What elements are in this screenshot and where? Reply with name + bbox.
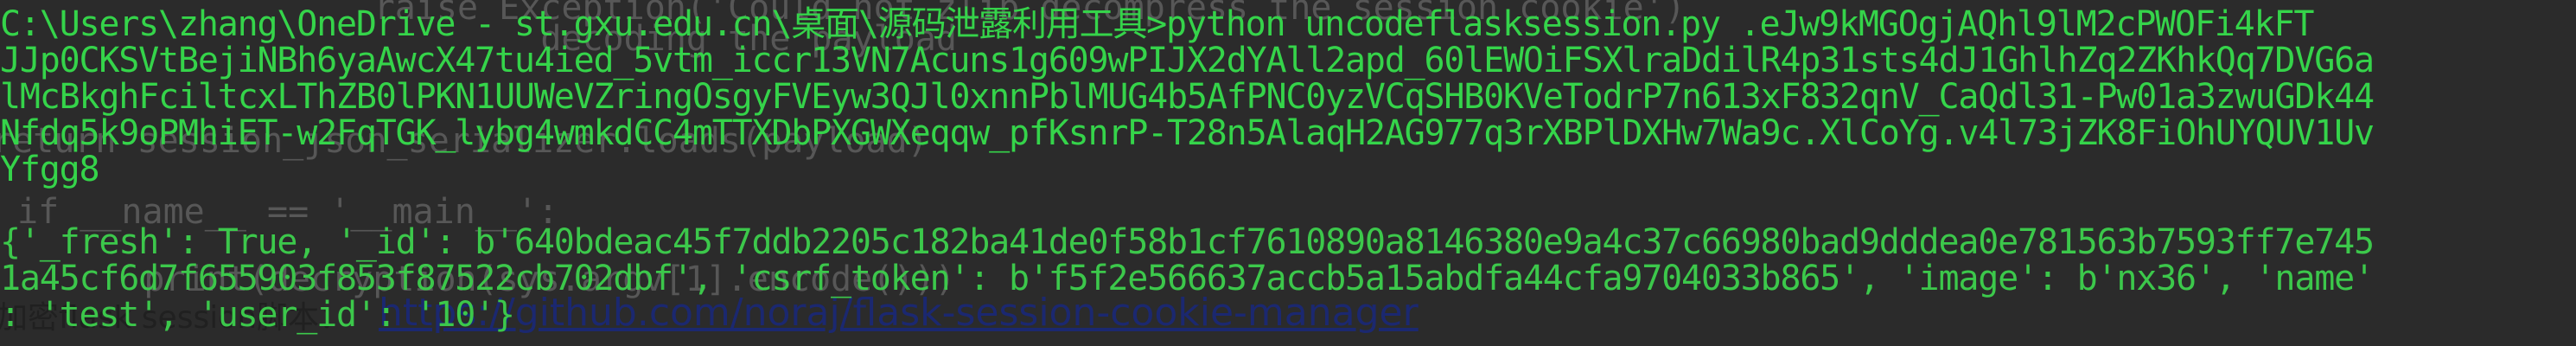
command-line: C:\Users\zhang\OneDrive - st.gxu.edu.cn\… xyxy=(0,4,2314,44)
terminal-window[interactable]: raise Exception('Could not zlib decompre… xyxy=(0,0,2576,346)
command-continuation: Nfdq5k9oPMhiET-w2FqTGK_lybg4wmkdCC4mTTXD… xyxy=(0,113,2375,153)
terminal-prompt: C:\Users\zhang\OneDrive - st.gxu.edu.cn\… xyxy=(0,4,1167,44)
command-continuation: lMcBkghFciltcxLThZB0lPKN1UUWeVZringOsgyF… xyxy=(0,77,2375,117)
output-line: {'_fresh': True, '_id': b'640bdeac45f7dd… xyxy=(0,222,2375,262)
command-continuation: Yfgg8 xyxy=(0,150,100,189)
terminal-command: python uncodeflasksession.py .eJw9kMGOgj… xyxy=(1166,4,2314,44)
output-line: : 'test', 'user_id': '10'} xyxy=(0,295,515,335)
command-continuation: JJp0CKSVtBejiNBh6yaAwcX47tu4ied_5vtm_icc… xyxy=(0,41,2375,80)
output-line: 1a45cf6d7f655903f853f87522cb702dbf', 'cs… xyxy=(0,259,2375,298)
terminal-output[interactable]: C:\Users\zhang\OneDrive - st.gxu.edu.cn\… xyxy=(0,0,2576,346)
